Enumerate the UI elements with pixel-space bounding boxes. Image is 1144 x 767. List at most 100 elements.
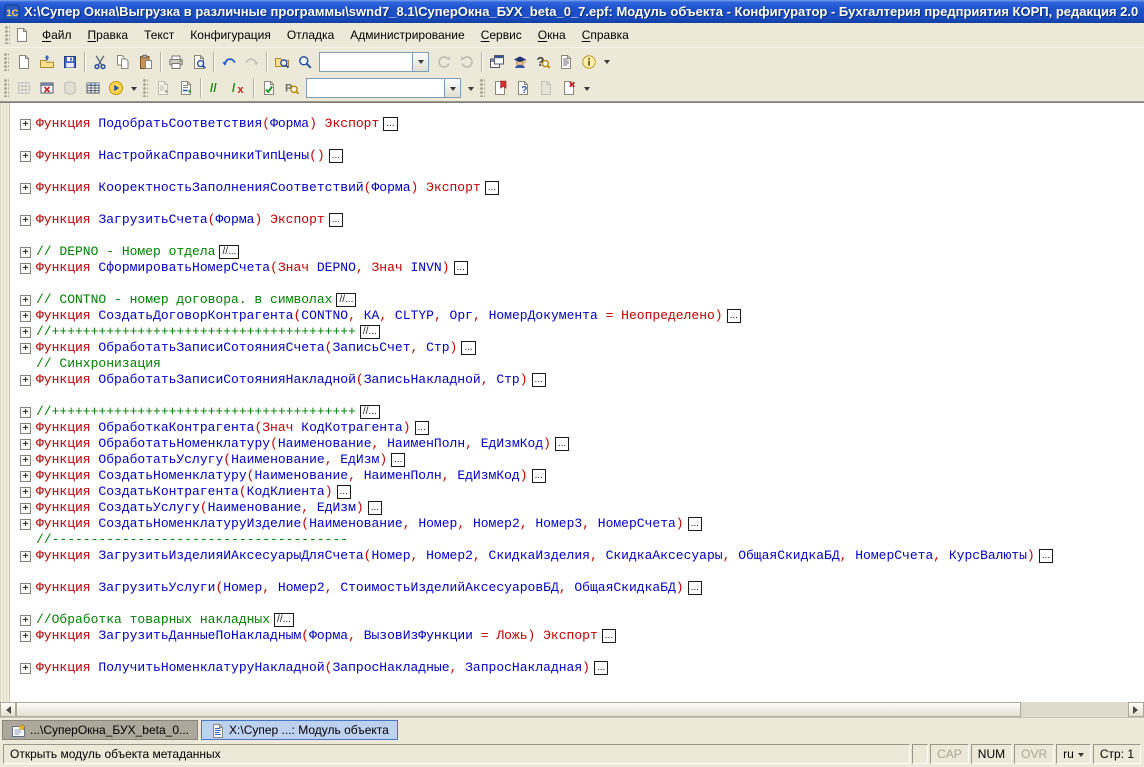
tab-processor[interactable]: ...\СуперОкна_БУХ_beta_0...	[2, 720, 198, 740]
cut-button[interactable]	[88, 51, 111, 73]
scroll-left-button[interactable]	[0, 702, 16, 717]
clear-bookmarks-button[interactable]	[557, 77, 580, 99]
copy-button[interactable]	[111, 51, 134, 73]
add-comment-button[interactable]: //	[204, 77, 227, 99]
collapsed-body-marker[interactable]: ...	[329, 213, 343, 227]
code-line[interactable]: +Функция СоздатьУслугу(Наименование, ЕдИ…	[10, 500, 1144, 516]
collapsed-body-marker[interactable]: //...	[274, 613, 294, 627]
code-line[interactable]: +Функция ОбработатьУслугу(Наименование, …	[10, 452, 1144, 468]
close-window-button[interactable]	[35, 77, 58, 99]
code-line[interactable]: +//+++++++++++++++++++++++++++++++++++++…	[10, 324, 1144, 340]
table-button[interactable]	[81, 77, 104, 99]
goto-procedure-button[interactable]: P	[280, 77, 303, 99]
collapsed-body-marker[interactable]: ...	[532, 469, 546, 483]
collapsed-body-marker[interactable]: ...	[727, 309, 741, 323]
next-bookmark-button[interactable]: ?	[511, 77, 534, 99]
collapsed-body-marker[interactable]: ...	[415, 421, 429, 435]
toggle-bookmark-button[interactable]	[488, 77, 511, 99]
fold-expand-button[interactable]: +	[20, 151, 31, 162]
search-button[interactable]	[293, 51, 316, 73]
blank-line[interactable]	[10, 132, 1144, 148]
collapsed-body-marker[interactable]: ...	[329, 149, 343, 163]
blank-line[interactable]	[10, 228, 1144, 244]
fold-expand-button[interactable]: +	[20, 631, 31, 642]
collapsed-body-marker[interactable]: ...	[368, 501, 382, 515]
code-line[interactable]: +//Обработка товарных накладных//...	[10, 612, 1144, 628]
properties-button[interactable]	[554, 51, 577, 73]
save-button[interactable]	[58, 51, 81, 73]
fold-expand-button[interactable]: +	[20, 407, 31, 418]
horizontal-scrollbar[interactable]	[0, 702, 1144, 717]
collapsed-body-marker[interactable]: ...	[461, 341, 475, 355]
menu-configuration[interactable]: Конфигурация	[182, 24, 279, 46]
window-list-button[interactable]	[485, 51, 508, 73]
search-combobox[interactable]	[319, 52, 429, 72]
collapsed-body-marker[interactable]: ...	[454, 261, 468, 275]
code-line[interactable]: +Функция ОбработатьЗаписиСотоянияНакладн…	[10, 372, 1144, 388]
fold-expand-button[interactable]: +	[20, 327, 31, 338]
collapsed-body-marker[interactable]: ...	[688, 581, 702, 595]
tab-object-module[interactable]: X:\Супер ...: Модуль объекта	[201, 720, 398, 740]
collapsed-body-marker[interactable]: ...	[383, 117, 397, 131]
menu-tools[interactable]: Сервис	[473, 24, 530, 46]
procedures-combobox-field[interactable]	[306, 78, 444, 98]
toolbar-options-button[interactable]	[600, 51, 613, 73]
toolbar-grip[interactable]	[480, 79, 485, 97]
fold-expand-button[interactable]: +	[20, 487, 31, 498]
toolbar-grip[interactable]	[143, 79, 148, 97]
code-line[interactable]: +Функция СоздатьКонтрагента(КодКлиента).…	[10, 484, 1144, 500]
print-button[interactable]	[164, 51, 187, 73]
code-line[interactable]: +Функция ЗагрузитьСчета(Форма) Экспорт..…	[10, 212, 1144, 228]
code-line[interactable]: +Функция СоздатьНоменклатуру(Наименовани…	[10, 468, 1144, 484]
code-line[interactable]: +//+++++++++++++++++++++++++++++++++++++…	[10, 404, 1144, 420]
code-line[interactable]: +Функция СформироватьНомерСчета(Знач DEP…	[10, 260, 1144, 276]
code-line[interactable]: +Функция ЗагрузитьДанныеПоНакладным(Форм…	[10, 628, 1144, 644]
toolbar-grip[interactable]	[4, 79, 9, 97]
procedures-options-button[interactable]	[464, 77, 477, 99]
code-line[interactable]: +// CONTNO - номер договора. в символах/…	[10, 292, 1144, 308]
run-options-button[interactable]	[127, 77, 140, 99]
code-line[interactable]: +Функция ЗагрузитьИзделияИАксесуарыДляСч…	[10, 548, 1144, 564]
collapsed-body-marker[interactable]: ...	[555, 437, 569, 451]
start-debugging-button[interactable]	[104, 77, 127, 99]
menu-file[interactable]: Файл	[34, 24, 80, 46]
fold-expand-button[interactable]: +	[20, 119, 31, 130]
blank-line[interactable]	[10, 164, 1144, 180]
fold-expand-button[interactable]: +	[20, 215, 31, 226]
about-button[interactable]	[577, 51, 600, 73]
collapsed-body-marker[interactable]: //...	[360, 325, 380, 339]
fold-expand-button[interactable]: +	[20, 583, 31, 594]
collapsed-body-marker[interactable]: //...	[360, 405, 380, 419]
fold-expand-button[interactable]: +	[20, 375, 31, 386]
fold-expand-button[interactable]: +	[20, 247, 31, 258]
code-line[interactable]: // Синхронизация	[10, 356, 1144, 372]
collapsed-body-marker[interactable]: //...	[219, 245, 239, 259]
collapsed-body-marker[interactable]: ...	[1039, 549, 1053, 563]
context-help-button[interactable]: ?	[531, 51, 554, 73]
bookmarks-options-button[interactable]	[580, 77, 593, 99]
fold-expand-button[interactable]: +	[20, 295, 31, 306]
menu-debug[interactable]: Отладка	[279, 24, 342, 46]
code-line[interactable]: +Функция СоздатьДоговорКонтрагента(CONTN…	[10, 308, 1144, 324]
toolbar-grip[interactable]	[4, 53, 9, 71]
fold-expand-button[interactable]: +	[20, 455, 31, 466]
search-combobox-dropdown-button[interactable]	[412, 52, 429, 72]
scrollbar-thumb[interactable]	[16, 702, 1021, 717]
code-line[interactable]: +Функция ПодобратьСоответствия(Форма) Эк…	[10, 116, 1144, 132]
code-line[interactable]: +Функция НастройкаСправочникиТипЦены()..…	[10, 148, 1144, 164]
fold-expand-button[interactable]: +	[20, 519, 31, 530]
blank-line[interactable]	[10, 644, 1144, 660]
collapsed-body-marker[interactable]: ...	[532, 373, 546, 387]
scrollbar-track[interactable]	[1021, 702, 1128, 717]
fold-expand-button[interactable]: +	[20, 615, 31, 626]
print-preview-button[interactable]	[187, 51, 210, 73]
code-line[interactable]: +Функция ОбработатьЗаписиСотоянияСчета(З…	[10, 340, 1144, 356]
fold-expand-button[interactable]: +	[20, 663, 31, 674]
code-line[interactable]: //--------------------------------------	[10, 532, 1144, 548]
syntax-assistant-button[interactable]	[508, 51, 531, 73]
search-combobox-field[interactable]	[319, 52, 412, 72]
code-line[interactable]: +// DEPNO - Номер отдела//...	[10, 244, 1144, 260]
code-line[interactable]: +Функция КооректностьЗаполненияСоответст…	[10, 180, 1144, 196]
fold-expand-button[interactable]: +	[20, 311, 31, 322]
fold-expand-button[interactable]: +	[20, 423, 31, 434]
